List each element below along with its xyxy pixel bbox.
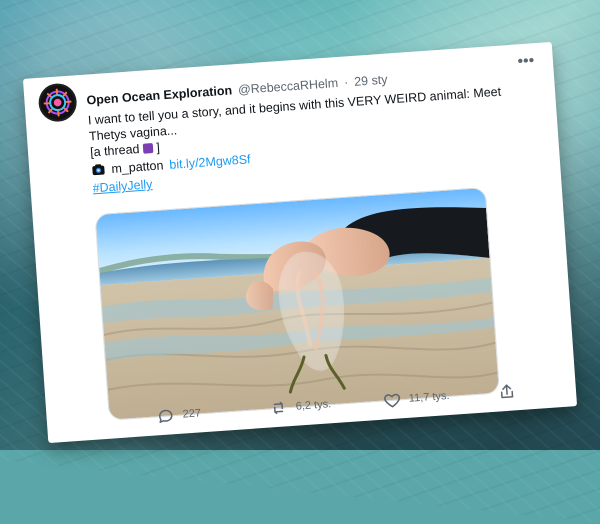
more-icon: ••• (517, 53, 535, 70)
credit-link[interactable]: bit.ly/2Mgw8Sf (169, 151, 251, 173)
more-options-button[interactable]: ••• (512, 53, 539, 71)
retweet-count: 6,2 tys. (295, 398, 331, 412)
hashtag-link[interactable]: #DailyJelly (92, 176, 153, 196)
tweet-card: ••• (23, 42, 577, 443)
avatar[interactable] (37, 82, 78, 123)
thread-prefix: [a thread (90, 142, 140, 159)
reply-action[interactable]: 227 (156, 403, 227, 426)
share-icon (497, 382, 516, 401)
avatar-graphic (40, 84, 76, 120)
thread-suffix: ] (156, 141, 160, 155)
like-icon (382, 390, 401, 409)
meta-separator: · (344, 75, 349, 89)
credit-user: m_patton (111, 157, 164, 177)
share-action[interactable] (495, 382, 516, 401)
tweet-inner: ••• (23, 42, 577, 443)
like-action[interactable]: 11,7 tys. (382, 387, 453, 410)
reply-count: 227 (182, 407, 201, 420)
timestamp[interactable]: 29 sty (354, 73, 388, 89)
retweet-icon (269, 398, 288, 417)
like-count: 11,7 tys. (408, 390, 450, 405)
handle[interactable]: @RebeccaRHelm (238, 76, 339, 97)
retweet-action[interactable]: 6,2 tys. (269, 395, 340, 418)
reply-icon (156, 406, 175, 425)
camera-icon (91, 162, 106, 177)
purple-square-icon (143, 143, 154, 154)
